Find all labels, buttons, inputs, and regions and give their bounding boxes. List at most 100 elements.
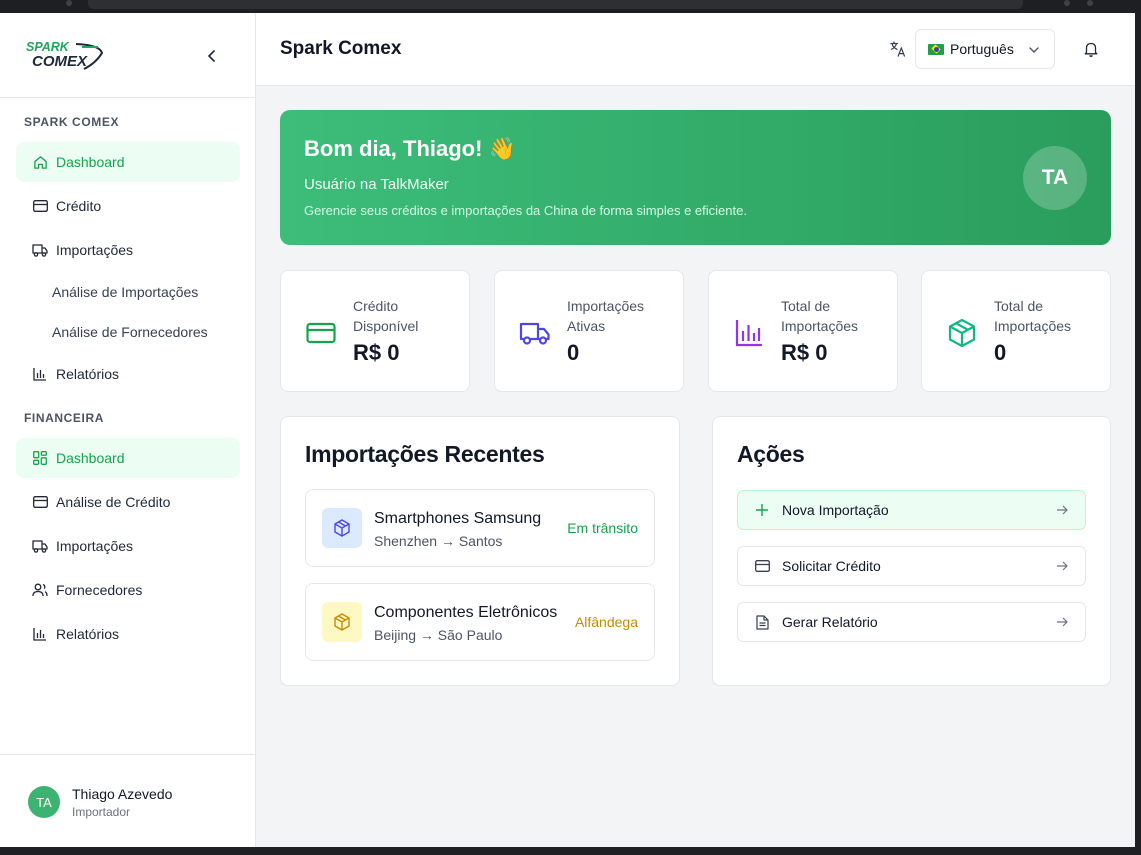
truck-icon — [519, 317, 551, 349]
sidebar-item-label: Dashboard — [56, 450, 125, 466]
app-window: SPARK COMEX SPARK COMEX Dashboard Crédit… — [0, 13, 1135, 847]
status-badge: Alfândega — [574, 614, 638, 630]
plus-icon — [754, 502, 770, 518]
sidebar: SPARK COMEX SPARK COMEX Dashboard Crédit… — [0, 13, 256, 847]
translate-icon — [889, 40, 907, 58]
package-icon — [322, 508, 362, 548]
sidebar-item-fornecedores[interactable]: Fornecedores — [16, 570, 240, 610]
avatar: TA — [28, 786, 60, 818]
page-title: Spark Comex — [280, 38, 402, 59]
sidebar-item-relatorios[interactable]: Relatórios — [16, 354, 240, 394]
logo-text-top: SPARK — [26, 40, 70, 54]
stat-card-total-importacoes-quantidade: Total de Importações 0 — [921, 270, 1111, 392]
file-text-icon — [754, 614, 770, 630]
welcome-banner: Bom dia, Thiago! 👋 Usuário na TalkMaker … — [280, 110, 1111, 245]
browser-top-bar — [0, 0, 1141, 13]
action-label: Solicitar Crédito — [782, 558, 881, 574]
stat-value: R$ 0 — [781, 340, 828, 365]
chevron-down-icon — [1028, 43, 1040, 59]
stat-label: Importações Ativas — [567, 298, 645, 334]
sidebar-item-importacoes[interactable]: Importações — [16, 230, 240, 270]
sidebar-item-financeira-importacoes[interactable]: Importações — [16, 526, 240, 566]
bar-chart-icon — [32, 366, 48, 382]
actions-title: Ações — [737, 441, 805, 467]
credit-card-icon — [305, 317, 337, 349]
credit-card-icon — [32, 494, 48, 510]
request-credit-button[interactable]: Solicitar Crédito — [737, 546, 1086, 586]
welcome-greeting: Bom dia, Thiago! 👋 — [304, 136, 516, 161]
new-import-button[interactable]: Nova Importação — [737, 490, 1086, 530]
import-item[interactable]: Componentes Eletrônicos Beijing → São Pa… — [305, 583, 655, 661]
import-route: Shenzhen → Santos — [374, 533, 503, 549]
status-badge: Em trânsito — [567, 520, 638, 536]
stat-value: R$ 0 — [353, 340, 400, 365]
sidebar-user-footer[interactable]: TA Thiago Azevedo Importador — [0, 754, 256, 847]
stat-value: 0 — [994, 340, 1007, 365]
sidebar-item-dashboard[interactable]: Dashboard — [16, 142, 240, 182]
actions-panel: Ações Nova Importação Solicitar Crédito … — [712, 416, 1111, 686]
sidebar-item-label: Dashboard — [56, 154, 125, 170]
sidebar-subitem-analise-importacoes[interactable]: Análise de Importações — [52, 284, 198, 300]
stat-label: Crédito Disponível — [353, 298, 419, 334]
import-route: Beijing → São Paulo — [374, 627, 503, 643]
sidebar-item-label: Relatórios — [56, 366, 120, 382]
layout-grid-icon — [32, 450, 48, 466]
import-item[interactable]: Smartphones Samsung Shenzhen → Santos Em… — [305, 489, 655, 567]
language-select[interactable]: Português — [915, 29, 1055, 69]
sidebar-item-label: Importações — [56, 242, 134, 258]
sidebar-item-financeira-relatorios[interactable]: Relatórios — [16, 614, 240, 654]
sidebar-item-analise-credito[interactable]: Análise de Crédito — [16, 482, 240, 522]
action-label: Gerar Relatório — [782, 614, 878, 630]
arrow-right-icon — [1055, 503, 1069, 517]
users-icon — [32, 582, 48, 598]
stat-value: 0 — [567, 340, 580, 365]
sidebar-item-label: Fornecedores — [56, 582, 143, 598]
credit-card-icon — [32, 198, 48, 214]
recent-imports-panel: Importações Recentes Smartphones Samsung… — [280, 416, 680, 686]
sidebar-item-label: Análise de Crédito — [56, 494, 171, 510]
browser-control-icon — [66, 0, 72, 6]
stat-card-total-importacoes-valor: Total de Importações R$ 0 — [708, 270, 898, 392]
recent-imports-title: Importações Recentes — [305, 441, 545, 467]
credit-card-icon — [754, 558, 770, 574]
avatar: TA — [1023, 146, 1087, 210]
stat-card-importacoes-ativas: Importações Ativas 0 — [494, 270, 684, 392]
address-bar[interactable] — [88, 0, 1023, 9]
chevron-left-icon — [208, 50, 215, 62]
stat-card-credito-disponivel: Crédito Disponível R$ 0 — [280, 270, 470, 392]
user-role: Importador — [72, 805, 131, 819]
package-icon — [946, 317, 978, 349]
welcome-description: Gerencie seus créditos e importações da … — [304, 203, 747, 218]
spark-comex-logo: SPARK COMEX — [24, 39, 106, 73]
sidebar-item-credito[interactable]: Crédito — [16, 186, 240, 226]
sidebar-divider — [0, 97, 256, 98]
logo-text-bottom: COMEX — [32, 53, 88, 70]
arrow-right-icon — [1055, 615, 1069, 629]
browser-control-icon — [1087, 0, 1093, 6]
user-name: Thiago Azevedo — [72, 786, 173, 802]
truck-icon — [32, 538, 48, 554]
section-title-financeira: FINANCEIRA — [24, 411, 104, 425]
language-select-value: Português — [950, 41, 1014, 57]
sidebar-subitem-analise-fornecedores[interactable]: Análise de Fornecedores — [52, 324, 208, 340]
arrow-right-icon — [1055, 559, 1069, 573]
sidebar-item-label: Crédito — [56, 198, 102, 214]
home-icon — [32, 154, 48, 170]
window-edge — [0, 847, 1141, 855]
import-name: Smartphones Samsung — [374, 510, 542, 527]
stat-label: Total de Importações — [994, 298, 1072, 334]
collapse-sidebar-button[interactable] — [202, 46, 222, 66]
sidebar-item-label: Importações — [56, 538, 134, 554]
stat-label: Total de Importações — [781, 298, 859, 334]
action-label: Nova Importação — [782, 502, 889, 518]
package-icon — [322, 602, 362, 642]
bar-chart-icon — [733, 317, 765, 349]
browser-control-icon — [1064, 0, 1070, 6]
import-name: Componentes Eletrônicos — [374, 604, 558, 621]
sidebar-item-financeira-dashboard[interactable]: Dashboard — [16, 438, 240, 478]
top-header: Spark Comex Português — [256, 13, 1135, 86]
window-edge — [1135, 13, 1141, 855]
welcome-subtitle: Usuário na TalkMaker — [304, 176, 449, 193]
generate-report-button[interactable]: Gerar Relatório — [737, 602, 1086, 642]
notifications-bell-icon[interactable] — [1082, 40, 1100, 58]
